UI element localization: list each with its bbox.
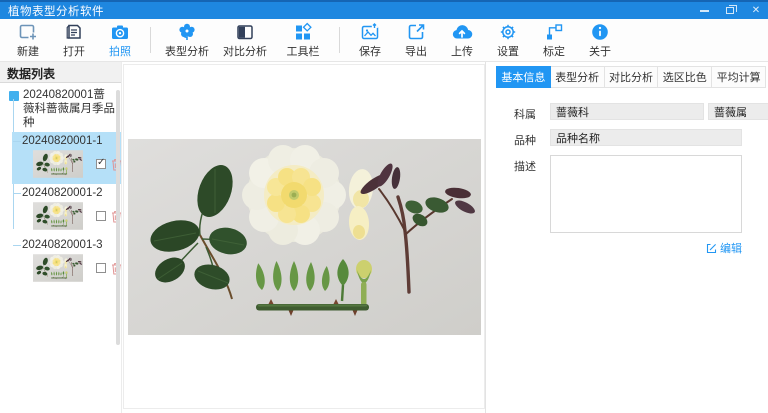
toolbar-button-label: 工具栏: [287, 43, 320, 59]
sidebar-scrollbar[interactable]: [116, 90, 120, 345]
toolbar-button-open[interactable]: 打开: [51, 22, 97, 59]
toolbar-separator: [339, 27, 340, 53]
dataset-item-label[interactable]: 20240820001-2: [12, 187, 121, 200]
tab-phenotype-analysis[interactable]: 表型分析: [551, 66, 605, 88]
specimen-photo[interactable]: [128, 139, 481, 335]
restore-button[interactable]: [724, 5, 736, 17]
camera-icon: [109, 22, 131, 42]
tools-grid-icon: [292, 22, 314, 42]
open-file-icon: [63, 22, 85, 42]
dataset-group[interactable]: 20240820001蔷薇科蔷薇属月季品种: [0, 86, 121, 132]
edit-pencil-icon: [706, 243, 717, 254]
gear-icon: [497, 22, 519, 42]
toolbar-button-label: 导出: [405, 43, 427, 59]
genus-input[interactable]: [708, 103, 768, 120]
variety-label: 品种: [514, 129, 538, 148]
toolbar-button-label: 新建: [17, 43, 39, 59]
app-title: 植物表型分析软件: [8, 3, 104, 19]
description-textarea[interactable]: [550, 155, 742, 233]
new-file-icon: [17, 22, 39, 42]
export-icon: [405, 22, 427, 42]
toolbar-button-tools[interactable]: 工具栏: [274, 22, 332, 59]
dataset-group-label: 20240820001蔷薇科蔷薇属月季品种: [23, 88, 115, 130]
dataset-thumbnail[interactable]: [33, 254, 83, 282]
dataset-group-icon: [9, 91, 19, 101]
family-label: 科属: [514, 103, 538, 122]
variety-input[interactable]: [550, 129, 742, 146]
dataset-thumbnail[interactable]: [33, 202, 83, 230]
calibrate-icon: [543, 22, 565, 42]
cloud-upload-icon: [451, 22, 473, 42]
toolbar-button-phenotype-analysis[interactable]: 表型分析: [158, 22, 216, 59]
toolbar-separator: [150, 27, 151, 53]
tab-region-color[interactable]: 选区比色: [658, 66, 712, 88]
titlebar: 植物表型分析软件 ✕: [0, 0, 768, 19]
dataset-checkbox[interactable]: [96, 211, 106, 221]
toolbar: 新建 打开 拍照 表型分析 对比分析: [0, 19, 768, 62]
toolbar-button-label: 关于: [589, 43, 611, 59]
app-window: 植物表型分析软件 ✕ 新建 打开 拍照: [0, 0, 768, 413]
toolbar-button-label: 对比分析: [223, 43, 267, 59]
dataset-item-1[interactable]: 20240820001-1: [12, 132, 121, 184]
tab-label: 选区比色: [663, 69, 707, 85]
dataset-checkbox[interactable]: [96, 159, 106, 169]
save-image-icon: [359, 22, 381, 42]
toolbar-button-label: 标定: [543, 43, 565, 59]
family-input[interactable]: [550, 103, 704, 120]
toolbar-button-label: 拍照: [109, 43, 131, 59]
toolbar-button-about[interactable]: 关于: [577, 22, 623, 59]
tab-basic-info[interactable]: 基本信息: [496, 66, 551, 88]
toolbar-button-upload[interactable]: 上传: [439, 22, 485, 59]
minimize-icon: [700, 10, 709, 12]
dataset-item-label[interactable]: 20240820001-1: [12, 135, 121, 148]
toolbar-button-settings[interactable]: 设置: [485, 22, 531, 59]
close-button[interactable]: ✕: [750, 5, 762, 17]
inspector-panel: 基本信息 表型分析 对比分析 选区比色 平均计算 科属 品种: [485, 62, 768, 413]
toolbar-button-label: 保存: [359, 43, 381, 59]
dataset-item-label[interactable]: 20240820001-3: [12, 239, 121, 252]
dataset-thumbnail[interactable]: [33, 150, 83, 178]
compare-icon: [234, 22, 256, 42]
flower-icon: [176, 22, 198, 42]
canvas-area: [123, 64, 485, 409]
dataset-item-2[interactable]: 20240820001-2: [12, 184, 121, 236]
inspector-tabs: 基本信息 表型分析 对比分析 选区比色 平均计算: [496, 66, 766, 88]
info-icon: [589, 22, 611, 42]
toolbar-button-label: 打开: [63, 43, 85, 59]
toolbar-button-capture[interactable]: 拍照: [97, 22, 143, 59]
toolbar-button-new[interactable]: 新建: [5, 22, 51, 59]
tab-label: 对比分析: [609, 69, 653, 85]
dataset-checkbox[interactable]: [96, 263, 106, 273]
toolbar-button-calibrate[interactable]: 标定: [531, 22, 577, 59]
toolbar-button-save[interactable]: 保存: [347, 22, 393, 59]
tab-label: 基本信息: [501, 69, 545, 85]
close-icon: ✕: [752, 5, 760, 16]
tab-average-calc[interactable]: 平均计算: [712, 66, 766, 88]
data-list-header: 数据列表: [0, 62, 121, 83]
toolbar-button-label: 上传: [451, 43, 473, 59]
tab-compare-analysis[interactable]: 对比分析: [605, 66, 659, 88]
sidebar: 数据列表 20240820001蔷薇科蔷薇属月季品种 20240820001-1: [0, 62, 122, 413]
edit-button[interactable]: 编辑: [514, 240, 742, 256]
description-label: 描述: [514, 155, 538, 233]
toolbar-button-label: 设置: [497, 43, 519, 59]
edit-button-label: 编辑: [720, 240, 742, 256]
minimize-button[interactable]: [698, 5, 710, 17]
restore-icon: [726, 7, 734, 14]
basic-info-form: 科属 品种 描述 编辑: [514, 103, 742, 256]
window-controls: ✕: [698, 5, 762, 17]
tab-label: 平均计算: [717, 69, 761, 85]
toolbar-button-export[interactable]: 导出: [393, 22, 439, 59]
toolbar-button-label: 表型分析: [165, 43, 209, 59]
content-area: 数据列表 20240820001蔷薇科蔷薇属月季品种 20240820001-1: [0, 62, 768, 413]
toolbar-button-compare-analysis[interactable]: 对比分析: [216, 22, 274, 59]
dataset-item-3[interactable]: 20240820001-3: [12, 236, 121, 288]
data-tree: 20240820001蔷薇科蔷薇属月季品种 20240820001-1 2024…: [0, 83, 121, 288]
tab-label: 表型分析: [555, 69, 599, 85]
